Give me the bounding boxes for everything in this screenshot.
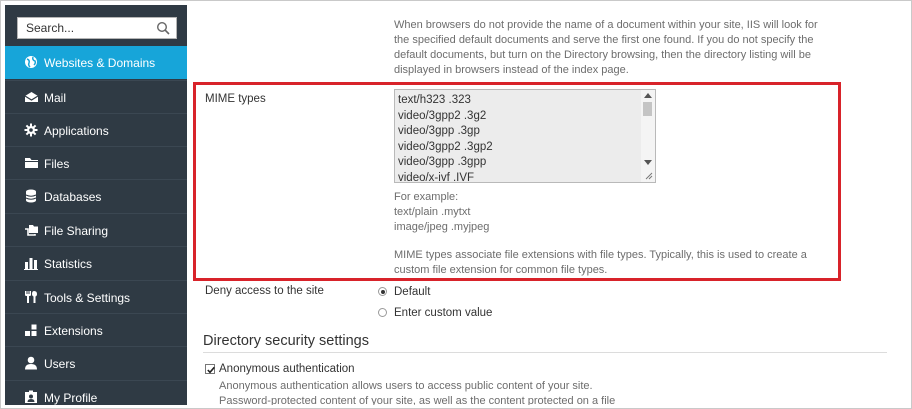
profile-icon: [23, 390, 39, 404]
anonymous-auth-checkbox[interactable]: [205, 364, 215, 374]
mime-type-entry: text/h323 .323: [398, 94, 471, 106]
sidebar-item-label: Users: [44, 357, 76, 371]
sidebar-item-label: Databases: [44, 190, 102, 204]
deny-access-label: Deny access to the site: [205, 285, 324, 297]
sidebar-item-label: Extensions: [44, 324, 103, 338]
search-input[interactable]: [18, 18, 156, 38]
mime-types-textarea[interactable]: text/h323 .323 video/3gpp2 .3g2 video/3g…: [394, 89, 656, 183]
radio-label: Default: [394, 286, 431, 298]
window-frame: Websites & Domains Mail Applications Fil…: [0, 0, 912, 409]
resize-grip-icon[interactable]: [645, 172, 653, 180]
radio-label: Enter custom value: [394, 307, 493, 319]
example-title: For example:: [394, 191, 459, 203]
mime-types-label: MIME types: [205, 93, 266, 105]
mime-type-entry: video/3gpp2 .3g2: [398, 109, 487, 122]
main-content: When browsers do not provide the name of…: [187, 5, 907, 405]
anonymous-auth-help: Password-protected content of your site,…: [219, 395, 616, 405]
sidebar-item-label: Mail: [44, 91, 67, 105]
sidebar-item-file-sharing[interactable]: File Sharing: [5, 213, 187, 246]
extensions-icon: [23, 323, 39, 337]
sidebar-item-label: Statistics: [44, 257, 93, 271]
gear-icon: [23, 123, 39, 137]
sidebar-item-label: My Profile: [44, 391, 98, 405]
globe-icon: [23, 55, 39, 69]
sidebar-item-users[interactable]: Users: [5, 346, 187, 379]
mime-type-entry: video/3gpp .3gp: [398, 125, 480, 138]
checkmark-icon: [207, 366, 215, 374]
example-line: image/jpeg .myjpeg: [394, 221, 490, 233]
example-line: text/plain .mytxt: [394, 206, 471, 218]
mime-type-entry: video/3gpp2 .3gp2: [398, 140, 493, 153]
anonymous-auth-label: Anonymous authentication: [219, 363, 355, 375]
sidebar-item-my-profile[interactable]: My Profile: [5, 380, 187, 405]
sidebar-item-extensions[interactable]: Extensions: [5, 313, 187, 346]
radio-button[interactable]: [378, 308, 387, 317]
mail-icon: [23, 90, 39, 104]
sidebar-item-label: Files: [44, 157, 70, 171]
search-box[interactable]: [17, 17, 177, 39]
sidebar-item-websites-domains[interactable]: Websites & Domains: [5, 46, 187, 79]
sidebar-item-databases[interactable]: Databases: [5, 179, 187, 212]
mime-type-entry: video/3gpp .3gpp: [398, 156, 487, 169]
sidebar-item-label: Tools & Settings: [44, 291, 131, 305]
sidebar-item-statistics[interactable]: Statistics: [5, 246, 187, 279]
search-icon[interactable]: [156, 21, 170, 35]
sidebar-item-tools-settings[interactable]: Tools & Settings: [5, 280, 187, 313]
file-sharing-icon: [23, 223, 39, 237]
sidebar-item-label: Websites & Domains: [44, 56, 156, 70]
sidebar-item-applications[interactable]: Applications: [5, 113, 187, 146]
bar-chart-icon: [23, 256, 39, 270]
default-documents-help: When browsers do not provide the name of…: [394, 19, 818, 76]
mime-description-help: MIME types associate file extensions wit…: [394, 249, 807, 276]
scroll-up-arrow-icon[interactable]: [644, 93, 652, 98]
mime-textarea-scrollbar[interactable]: [641, 90, 655, 182]
section-divider: [203, 352, 887, 353]
sidebar-item-label: File Sharing: [44, 224, 109, 238]
anonymous-auth-help: Anonymous authentication allows users to…: [219, 380, 593, 392]
radio-button[interactable]: [378, 287, 387, 296]
tools-icon: [23, 290, 39, 304]
sidebar-item-label: Applications: [44, 124, 109, 138]
user-icon: [23, 356, 39, 370]
sidebar-item-mail[interactable]: Mail: [5, 80, 187, 113]
folder-icon: [23, 156, 39, 170]
sidebar: Websites & Domains Mail Applications Fil…: [5, 5, 187, 405]
database-icon: [23, 189, 39, 203]
section-title: Directory security settings: [203, 333, 369, 349]
scroll-down-arrow-icon[interactable]: [644, 160, 652, 165]
sidebar-item-files[interactable]: Files: [5, 146, 187, 179]
scrollbar-thumb[interactable]: [643, 102, 652, 116]
mime-type-entry: video/x-ivf .IVF: [398, 171, 475, 183]
mime-example-help: For example: text/plain .mytxt image/jpe…: [394, 190, 489, 235]
